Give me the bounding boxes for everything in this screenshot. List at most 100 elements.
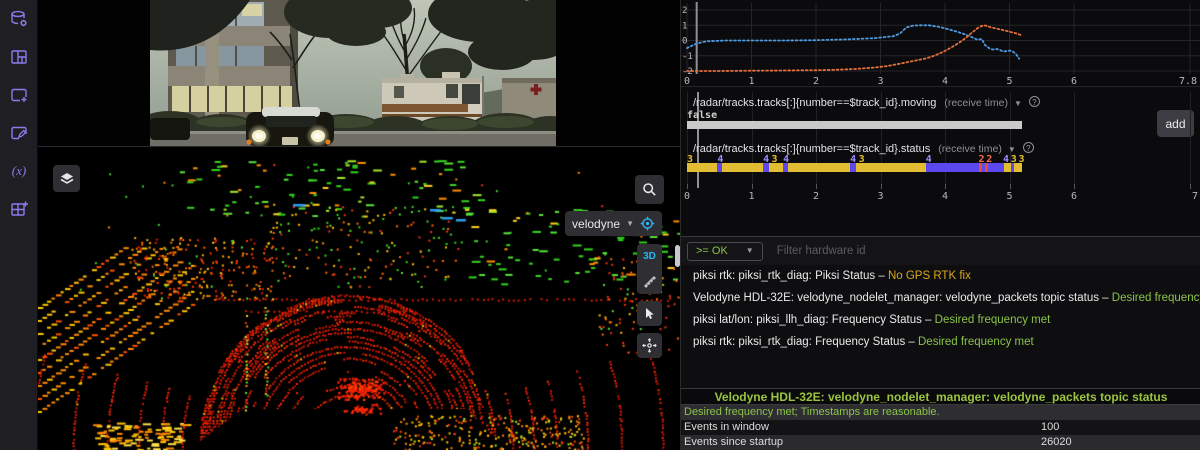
search-button[interactable] — [635, 175, 664, 204]
help-icon[interactable]: ? — [1023, 142, 1034, 153]
svg-text:2: 2 — [682, 6, 687, 16]
state-segment — [687, 121, 1022, 129]
hardware-id-filter-input[interactable] — [777, 245, 1195, 257]
line-chart: 210-1-201234567.8 — [681, 0, 1200, 87]
diagnostic-status: Desired frequency met — [918, 336, 1034, 348]
svg-text:1: 1 — [682, 21, 687, 31]
select-tool-button[interactable] — [637, 301, 662, 326]
state-band[interactable] — [681, 163, 1200, 172]
axis-tick — [816, 184, 817, 189]
topic-path[interactable]: /radar/tracks.tracks[:]{number==$track_i… — [693, 143, 930, 155]
diagnostic-row[interactable]: piksi rtk: piksi_rtk_diag: Frequency Sta… — [681, 331, 1200, 353]
timestamp-method: (receive time) — [944, 97, 1008, 109]
detail-field-label: Events since startup — [684, 436, 783, 448]
svg-text:3: 3 — [877, 76, 883, 87]
state-segment — [687, 163, 717, 172]
layers-icon — [59, 171, 75, 187]
diagnostics-panel: >= OK ▼ piksi rtk: piksi_rtk_diag: Piksi… — [681, 236, 1200, 450]
axis-tick-label: 2 — [813, 191, 819, 202]
pan-tool-button[interactable] — [637, 333, 662, 358]
severity-filter-select[interactable]: >= OK ▼ — [687, 242, 763, 261]
chevron-down-icon[interactable]: ▼ — [1008, 145, 1016, 154]
diagnostic-status: Desired frequency met; Timestamps are re… — [1112, 292, 1200, 304]
detail-field-row: Events since startup 26020 — [681, 435, 1200, 450]
svg-text:-1: -1 — [682, 52, 693, 62]
axis-tick-label: 6 — [1071, 191, 1077, 202]
axis-tick — [687, 184, 688, 189]
move-crosshair-icon — [642, 338, 657, 353]
state-segment — [722, 163, 763, 172]
state-transitions-panel[interactable]: add 01234567.8/radar/tracks.tracks[:]{nu… — [681, 88, 1200, 236]
grid-line — [1190, 92, 1191, 188]
topic-path-row[interactable]: /radar/tracks.tracks[:]{number==$track_i… — [693, 96, 1040, 109]
edit-layout-icon[interactable] — [0, 114, 38, 152]
state-band[interactable] — [681, 121, 1200, 129]
3d-mode-label: 3D — [643, 251, 656, 262]
diagnostic-name: piksi lat/lon: piksi_llh_diag: Frequency… — [693, 314, 922, 326]
diagnostic-detail-title[interactable]: Velodyne HDL-32E: velodyne_nodelet_manag… — [681, 388, 1200, 405]
diagnostic-row[interactable]: piksi rtk: piksi_rtk_diag: Piksi Status … — [681, 265, 1200, 287]
axis-tick-label: 7.8 — [1192, 191, 1200, 202]
state-segment — [856, 163, 926, 172]
diagnostic-row[interactable]: Velodyne HDL-32E: velodyne_nodelet_manag… — [681, 287, 1200, 309]
plot-panel[interactable]: 210-1-201234567.8 — [681, 0, 1200, 87]
data-source-settings-icon[interactable] — [0, 0, 38, 38]
topic-path[interactable]: /radar/tracks.tracks[:]{number==$track_i… — [693, 97, 936, 109]
axis-tick-label: 3 — [877, 191, 883, 202]
state-segment — [769, 163, 783, 172]
variables-icon[interactable]: (x) — [0, 152, 38, 190]
import-layout-icon[interactable] — [0, 190, 38, 228]
state-segment — [988, 163, 1004, 172]
lidar-tool-stack: 3D — [637, 244, 662, 294]
lidar-pointcloud-canvas[interactable] — [38, 147, 680, 450]
diagnostic-detail-fields: Events in window100Events since startup2… — [681, 420, 1200, 450]
svg-text:2: 2 — [813, 76, 819, 87]
lidar-3d-panel[interactable]: velodyne ▼ 3D — [38, 147, 680, 450]
diagnostic-name: piksi rtk: piksi_rtk_diag: Frequency Sta… — [693, 336, 905, 348]
diagnostic-row[interactable]: piksi lat/lon: piksi_llh_diag: Frequency… — [681, 309, 1200, 331]
follow-target-icon[interactable] — [640, 216, 655, 231]
camera-image-panel — [38, 0, 680, 147]
grid-line — [1074, 92, 1075, 188]
right-column: 210-1-201234567.8 add 01234567.8/radar/t… — [680, 0, 1200, 450]
chevron-down-icon[interactable]: ▼ — [1014, 99, 1022, 108]
axis-tick-label: 4 — [942, 191, 948, 202]
state-value-label: false — [687, 110, 717, 121]
axis-tick — [1190, 184, 1191, 189]
axis-tick-label: 0 — [684, 191, 690, 202]
svg-text:7.8: 7.8 — [1179, 76, 1197, 87]
diagnostic-name: piksi rtk: piksi_rtk_diag: Piksi Status — [693, 270, 875, 282]
svg-text:5: 5 — [1006, 76, 1012, 87]
camera-image — [150, 0, 556, 147]
measure-button[interactable] — [637, 269, 662, 294]
diagnostic-name: Velodyne HDL-32E: velodyne_nodelet_manag… — [693, 292, 1099, 304]
axis-tick — [752, 184, 753, 189]
toggle-3d-button[interactable]: 3D — [637, 244, 662, 269]
axis-tick — [881, 184, 882, 189]
state-segment — [1014, 163, 1022, 172]
detail-field-label: Events in window — [684, 421, 769, 433]
svg-text:6: 6 — [1071, 76, 1077, 87]
grid-line — [687, 92, 688, 188]
search-icon — [642, 182, 657, 197]
diagnostics-header: >= OK ▼ — [681, 237, 1200, 265]
cursor-icon — [643, 307, 656, 320]
svg-text:0: 0 — [682, 37, 687, 47]
axis-tick — [1010, 184, 1011, 189]
chevron-down-icon: ▼ — [626, 219, 634, 228]
detail-field-value: 26020 — [1041, 435, 1072, 450]
layers-button[interactable] — [53, 165, 80, 192]
svg-text:4: 4 — [942, 76, 948, 87]
frame-selector[interactable]: velodyne ▼ — [565, 211, 662, 236]
add-panel-icon[interactable] — [0, 76, 38, 114]
ruler-icon — [643, 275, 657, 289]
svg-text:0: 0 — [684, 76, 690, 87]
timestamp-method: (receive time) — [938, 143, 1002, 155]
diagnostic-status: No GPS RTK fix — [888, 270, 971, 282]
axis-tick-label: 1 — [748, 191, 754, 202]
layout-grid-icon[interactable] — [0, 38, 38, 76]
help-icon[interactable]: ? — [1029, 96, 1040, 107]
diagnostic-detail: Velodyne HDL-32E: velodyne_nodelet_manag… — [681, 388, 1200, 450]
axis-tick-label: 5 — [1006, 191, 1012, 202]
frame-selector-value: velodyne — [572, 217, 620, 231]
